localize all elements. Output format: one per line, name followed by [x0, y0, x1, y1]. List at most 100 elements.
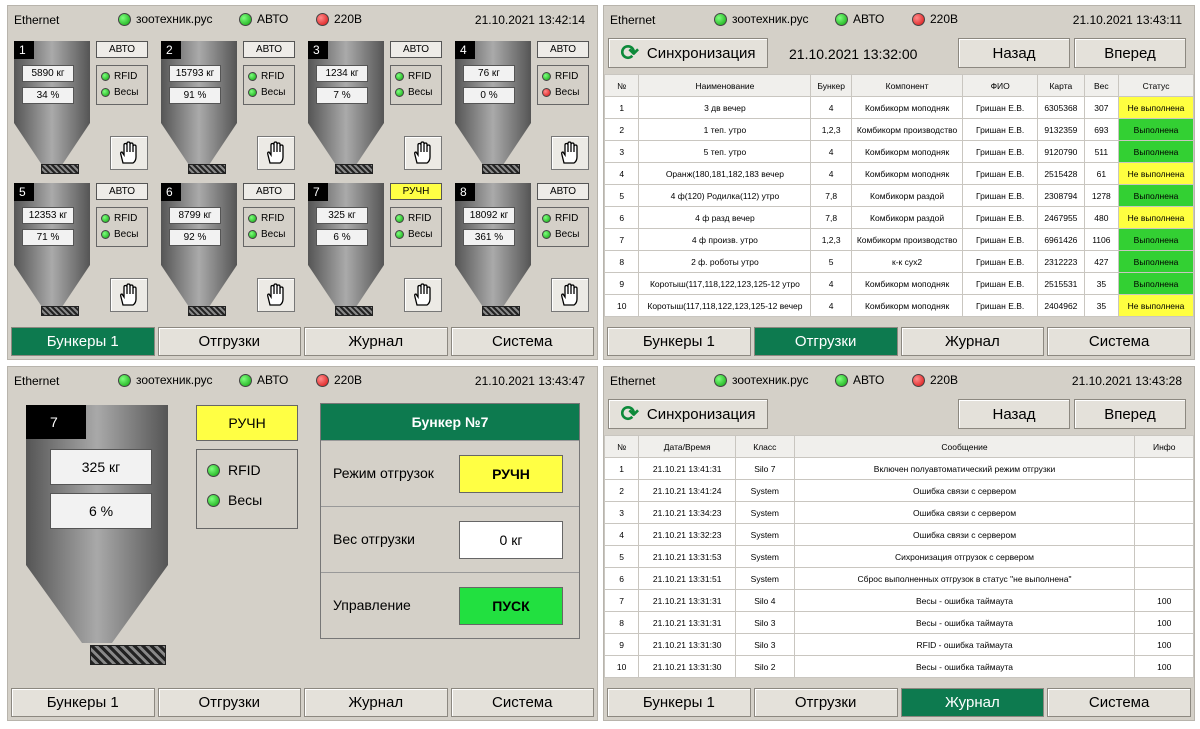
table-row[interactable]: 8 21.10.21 13:31:31 Silo 3 Весы - ошибка та… — [604, 611, 1194, 634]
weight-field: 5890 кг — [22, 65, 74, 82]
table-row[interactable]: 13 дв вечер 4 Комбикорм моподняк Гришан Е.В… — [604, 96, 1194, 119]
bunker-tile-4[interactable]: 4 76 кг 0 % АВТО RFID Весы — [449, 41, 596, 181]
forward-button[interactable]: Вперед — [1074, 399, 1186, 429]
bunker-tile-2[interactable]: 2 15793 кг 91 % АВТО RFID Весы — [155, 41, 302, 181]
nav-shipments[interactable]: Отгрузки — [753, 327, 898, 356]
rfid-status-icon — [395, 214, 404, 223]
table-cell — [1134, 479, 1194, 502]
bunker-tile-5[interactable]: 5 12353 кг 71 % АВТО RFID Весы — [8, 183, 155, 323]
nav-bunkers[interactable]: Бункеры 1 — [11, 327, 155, 356]
nav-journal[interactable]: Журнал — [900, 688, 1045, 717]
table-cell: 4 — [810, 162, 852, 185]
power-status-icon — [316, 373, 329, 387]
silo-graphic — [26, 405, 168, 643]
bunker-tile-1[interactable]: 1 5890 кг 34 % АВТО RFID Весы — [8, 41, 155, 181]
nav-system[interactable]: Система — [1047, 327, 1191, 356]
manual-mode-button[interactable] — [257, 278, 295, 312]
table-cell: 21.10.21 13:31:53 — [638, 545, 737, 568]
table-row[interactable]: 5 21.10.21 13:31:53 System Сихронизация отг… — [604, 545, 1194, 568]
table-row[interactable]: 3 21.10.21 13:34:23 System Ошибка связи с с… — [604, 501, 1194, 524]
table-row[interactable]: 54 ф(120) Родилка(112) утро 7,8 Комбикорм … — [604, 184, 1194, 207]
scales-status: Весы — [395, 229, 441, 240]
nav-journal[interactable]: Журнал — [304, 688, 448, 717]
status-badge: Выполнена — [1118, 140, 1194, 163]
back-button[interactable]: Назад — [958, 38, 1070, 68]
nav-bunkers[interactable]: Бункеры 1 — [607, 688, 751, 717]
table-header: № Дата/Время Класс Сообщение Инфо — [604, 435, 1194, 458]
nav-bunkers[interactable]: Бункеры 1 — [11, 688, 155, 717]
table-row[interactable]: 7 21.10.21 13:31:31 Silo 4 Весы - ошибка та… — [604, 589, 1194, 612]
manual-mode-button[interactable] — [257, 136, 295, 170]
manual-mode-button[interactable] — [110, 136, 148, 170]
table-row[interactable]: 82 ф. роботы утро 5 к-к сух2 Гришан Е.В. 231… — [604, 250, 1194, 273]
auger-icon — [188, 306, 226, 316]
hand-icon — [267, 283, 284, 306]
column-header: Класс — [735, 435, 795, 458]
table-row[interactable]: 74 ф произв. утро 1,2,3 Комбикорм производ… — [604, 228, 1194, 251]
nav-journal[interactable]: Журнал — [900, 327, 1045, 356]
sync-button[interactable]: ⟳ Синхронизация — [608, 399, 768, 429]
table-cell: Комбикорм моподняк — [850, 140, 964, 163]
bunker-tile-7[interactable]: 7 325 кг 6 % РУЧН RFID Весы — [302, 183, 449, 323]
bunker-tile-8[interactable]: 8 18092 кг 361 % АВТО RFID Весы — [449, 183, 596, 323]
table-row[interactable]: 10 21.10.21 13:31:30 Silo 2 Весы - ошибка т… — [604, 655, 1194, 678]
table-cell: System — [735, 523, 795, 546]
mode-indicator: АВТО — [96, 183, 148, 200]
nav-shipments[interactable]: Отгрузки — [157, 688, 301, 717]
table-row[interactable]: 35 теп. утро 4 Комбикорм моподняк Гришан Е.… — [604, 140, 1194, 163]
mode-status: АВТО — [835, 12, 884, 26]
io-status-box: RFID Весы — [390, 65, 442, 105]
table-row[interactable]: 4 Оранж(180,181,182,183 вечер 4 Комбикорм м… — [604, 162, 1194, 185]
shipment-weight-input[interactable]: 0 кг — [459, 521, 563, 559]
nav-system[interactable]: Система — [450, 688, 594, 717]
mode-toggle-button[interactable]: РУЧН — [459, 455, 563, 493]
auger-icon — [482, 306, 520, 316]
percent-field: 7 % — [316, 87, 368, 104]
start-button[interactable]: ПУСК — [459, 587, 563, 625]
manual-mode-button[interactable] — [551, 136, 589, 170]
mode-indicator: АВТО — [390, 41, 442, 58]
forward-button[interactable]: Вперед — [1074, 38, 1186, 68]
nav-system[interactable]: Система — [1047, 688, 1191, 717]
rfid-label: RFID — [408, 71, 432, 82]
table-cell: 2308794 — [1037, 184, 1085, 207]
manual-mode-button[interactable] — [551, 278, 589, 312]
table-cell: 1,2,3 — [810, 228, 852, 251]
bunker-tile-3[interactable]: 3 1234 кг 7 % АВТО RFID Весы — [302, 41, 449, 181]
nav-system[interactable]: Система — [450, 327, 594, 356]
table-row[interactable]: 2 21.10.21 13:41:24 System Ошибка связи с с… — [604, 479, 1194, 502]
mode-status: АВТО — [239, 12, 288, 26]
table-row[interactable]: 6 21.10.21 13:31:51 System Сброс выполненны… — [604, 567, 1194, 590]
mode-status: АВТО — [835, 373, 884, 387]
table-cell: 9 — [604, 272, 640, 295]
nav-shipments[interactable]: Отгрузки — [157, 327, 301, 356]
table-row[interactable]: 64 ф разд вечер 7,8 Комбикорм раздой Гришан… — [604, 206, 1194, 229]
table-cell — [1134, 567, 1194, 590]
table-row[interactable]: 21 теп. утро 1,2,3 Комбикорм производство Г… — [604, 118, 1194, 141]
table-row[interactable]: 10 Коротыш(117,118,122,123,125-12 вечер 4 К… — [604, 294, 1194, 317]
table-row[interactable]: 9 Коротыш(117,118,122,123,125-12 утро 4 Ком… — [604, 272, 1194, 295]
table-row[interactable]: 9 21.10.21 13:31:30 Silo 3 RFID - ошибка та… — [604, 633, 1194, 656]
bunker-tile-6[interactable]: 6 8799 кг 92 % АВТО RFID Весы — [155, 183, 302, 323]
auger-icon — [41, 306, 79, 316]
nav-journal[interactable]: Журнал — [304, 327, 448, 356]
table-cell: Silo 4 — [735, 589, 795, 612]
rfid-status-icon — [248, 72, 257, 81]
sync-time: 21.10.2021 13:32:00 — [789, 46, 918, 62]
manual-mode-button[interactable] — [404, 278, 442, 312]
table-row[interactable]: 4 21.10.21 13:32:23 System Ошибка связи с с… — [604, 523, 1194, 546]
sync-label: Синхронизация — [646, 44, 756, 62]
scales-status: Весы — [248, 87, 294, 98]
manual-mode-button[interactable] — [404, 136, 442, 170]
back-button[interactable]: Назад — [958, 399, 1070, 429]
table-cell: 4 — [604, 523, 640, 546]
manual-mode-button[interactable] — [110, 278, 148, 312]
bunker-number: 2 — [161, 41, 181, 59]
scales-label: Весы — [555, 87, 580, 98]
table-row[interactable]: 1 21.10.21 13:41:31 Silo 7 Включен полуавто… — [604, 457, 1194, 480]
silo-graphic: 1 5890 кг 34 % — [14, 41, 90, 175]
sync-button[interactable]: ⟳ Синхронизация — [608, 38, 768, 68]
nav-shipments[interactable]: Отгрузки — [753, 688, 898, 717]
nav-bunkers[interactable]: Бункеры 1 — [607, 327, 751, 356]
table-cell — [1134, 501, 1194, 524]
